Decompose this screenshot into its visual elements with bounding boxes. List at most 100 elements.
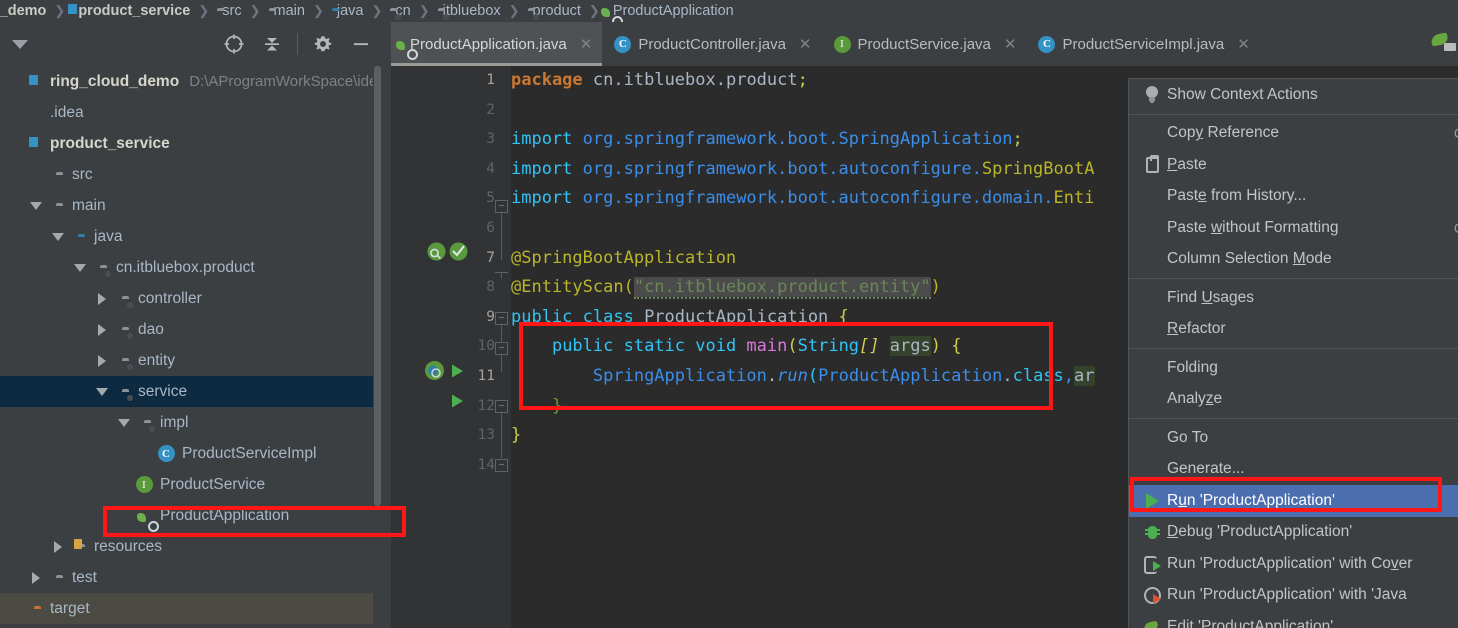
fold-marker-imports[interactable]: − (495, 200, 508, 213)
fold-marker-class-annotations[interactable]: − (495, 312, 508, 325)
gutter-line: 2 (391, 96, 495, 126)
chevron-down-icon[interactable] (48, 232, 68, 241)
gear-icon[interactable] (304, 25, 342, 63)
menu-item-run--productapplication[interactable]: Run 'ProductApplication' (1129, 485, 1458, 517)
breadcrumb-item-itbluebox[interactable]: itbluebox (436, 0, 503, 22)
tree-item-product-service[interactable]: product_service (0, 128, 382, 159)
tree-item-src[interactable]: src (0, 159, 382, 190)
fold-marker-entityscan[interactable]: − (495, 342, 508, 355)
editor-tab-productservice-java[interactable]: I ProductService.java ✕ (822, 22, 1027, 66)
breadcrumb-separator: ❯ (588, 3, 600, 18)
tree-item-main[interactable]: main (0, 190, 382, 221)
menu-item-generate[interactable]: Generate... (1129, 454, 1458, 486)
breadcrumb-item-product[interactable]: product (526, 0, 583, 22)
spring-config-gutter-icon[interactable] (449, 242, 468, 266)
menu-item-run--productapplication--with--java[interactable]: Run 'ProductApplication' with 'Java (1129, 580, 1458, 612)
spring-bean-gutter-icon[interactable] (427, 242, 446, 266)
chevron-down-icon[interactable] (114, 418, 134, 427)
line-number: 3 (486, 131, 495, 148)
scrollbar-thumb[interactable] (374, 66, 381, 506)
tree-item-entity[interactable]: entity (0, 345, 382, 376)
menu-item-column-selection-mode[interactable]: Column Selection Mode (1129, 244, 1458, 276)
tree-item-test[interactable]: test (0, 562, 382, 593)
project-tree-scrollbar[interactable] (373, 66, 382, 628)
editor-context-menu[interactable]: Show Context ActionsCopy ReferenceCPaste… (1128, 78, 1458, 628)
locate-icon[interactable] (215, 25, 253, 63)
editor-tab-productapplication-java[interactable]: ProductApplication.java ✕ (391, 22, 603, 66)
chevron-right-icon[interactable] (92, 323, 112, 336)
editor-tab-productcontroller-java[interactable]: C ProductController.java ✕ (602, 22, 821, 66)
run-main-gutter-icon[interactable] (449, 393, 465, 414)
close-icon[interactable]: ✕ (1237, 35, 1250, 53)
chevron-right-icon[interactable] (26, 571, 46, 584)
editor-tabbar[interactable]: ProductApplication.java ✕ C ProductControll… (391, 22, 1458, 66)
run-gutter-icon[interactable] (449, 363, 465, 384)
menu-item-paste-from-history[interactable]: Paste from History... (1129, 181, 1458, 213)
menu-item-edit--productapplication[interactable]: Edit 'ProductApplication' (1129, 611, 1458, 628)
collapse-all-icon[interactable] (253, 25, 291, 63)
tree-item-service[interactable]: service (0, 376, 382, 407)
project-tree[interactable]: ring_cloud_demo D:\AProgramWorkSpace\idea… (0, 66, 382, 628)
breadcrumb-item-java[interactable]: java (330, 0, 366, 22)
tree-item-target[interactable]: target (0, 593, 382, 624)
edit-run-config-icon[interactable] (1431, 30, 1456, 52)
breadcrumb-item-src[interactable]: src (215, 0, 243, 22)
line-number: 6 (486, 219, 495, 236)
menu-item-go-to[interactable]: Go To (1129, 422, 1458, 454)
close-icon[interactable]: ✕ (580, 35, 593, 53)
chevron-down-icon[interactable] (12, 39, 29, 49)
gutter-line: 9 (391, 303, 495, 333)
minimize-icon[interactable] (342, 25, 380, 63)
tree-item-impl[interactable]: impl (0, 407, 382, 438)
breadcrumb-item-productapplication[interactable]: ProductApplication (606, 0, 736, 22)
line-number: 10 (477, 338, 495, 355)
menu-item-label: Debug 'ProductApplication' (1167, 523, 1353, 541)
spring-application-gutter-icon[interactable] (424, 360, 445, 386)
menu-separator (1129, 278, 1458, 279)
tree-item-productserviceimpl[interactable]: C ProductServiceImpl (0, 438, 382, 469)
menu-item-show-context-actions[interactable]: Show Context Actions (1129, 79, 1458, 111)
menu-item-analyze[interactable]: Analyze (1129, 384, 1458, 416)
close-icon[interactable]: ✕ (1004, 35, 1017, 53)
editor-tab-productserviceimpl-java[interactable]: C ProductServiceImpl.java ✕ (1026, 22, 1259, 66)
run-configuration-icon[interactable] (1428, 22, 1458, 60)
chevron-down-icon[interactable] (70, 263, 90, 272)
tree-item-controller[interactable]: controller (0, 283, 382, 314)
chevron-down-icon[interactable] (26, 201, 46, 210)
breadcrumb-item-cloud-demo[interactable]: cloud_demo (0, 0, 48, 22)
breadcrumb-item-main[interactable]: main (267, 0, 307, 22)
panel-splitter[interactable] (382, 66, 391, 628)
chevron-down-icon[interactable] (92, 387, 112, 396)
fold-marker-main-end[interactable]: − (495, 459, 508, 472)
menu-item-label: Copy Reference (1167, 124, 1280, 142)
editor-tab-label: ProductController.java (638, 35, 786, 53)
tree-item-ring-cloud-demo[interactable]: ring_cloud_demo D:\AProgramWorkSpace\idea (0, 66, 382, 97)
tree-item-resources[interactable]: resources (0, 531, 382, 562)
chevron-right-icon[interactable] (48, 540, 68, 553)
tree-item--idea[interactable]: .idea (0, 97, 382, 128)
menu-item-paste-without-formatting[interactable]: Paste without Formatting C (1129, 212, 1458, 244)
editor-gutter[interactable]: 1 2 3 4 5 6 7 8 9 10 11 12 13 14 (391, 66, 495, 628)
close-icon[interactable]: ✕ (799, 35, 812, 53)
menu-item-paste[interactable]: Paste (1129, 149, 1458, 181)
menu-item-run--productapplication--with-cover[interactable]: Run 'ProductApplication' with Cover (1129, 548, 1458, 580)
menu-item-copy-reference[interactable]: Copy Reference C (1129, 118, 1458, 150)
menu-item-find-usages[interactable]: Find Usages (1129, 282, 1458, 314)
breadcrumb-item-cn[interactable]: cn (388, 0, 412, 22)
tree-item-productapplication[interactable]: ProductApplication (0, 500, 382, 531)
tree-item-label: ring_cloud_demo (50, 72, 180, 90)
gutter-line: 14 (391, 451, 495, 481)
fold-marker-main[interactable]: − (495, 400, 508, 413)
code-folding-gutter[interactable]: − − − − − (495, 66, 511, 628)
chevron-right-icon[interactable] (92, 292, 112, 305)
menu-item-folding[interactable]: Folding (1129, 352, 1458, 384)
tree-item-java[interactable]: java (0, 221, 382, 252)
menu-item-refactor[interactable]: Refactor (1129, 314, 1458, 346)
tree-item-productservice[interactable]: I ProductService (0, 469, 382, 500)
chevron-right-icon[interactable] (92, 354, 112, 367)
menu-item-debug--productapplication[interactable]: Debug 'ProductApplication' (1129, 517, 1458, 549)
menu-item-label: Folding (1167, 358, 1218, 376)
tree-item-cn-itbluebox-product[interactable]: cn.itbluebox.product (0, 252, 382, 283)
tree-item-dao[interactable]: dao (0, 314, 382, 345)
breadcrumb-item-product-service[interactable]: product_service (71, 0, 192, 22)
